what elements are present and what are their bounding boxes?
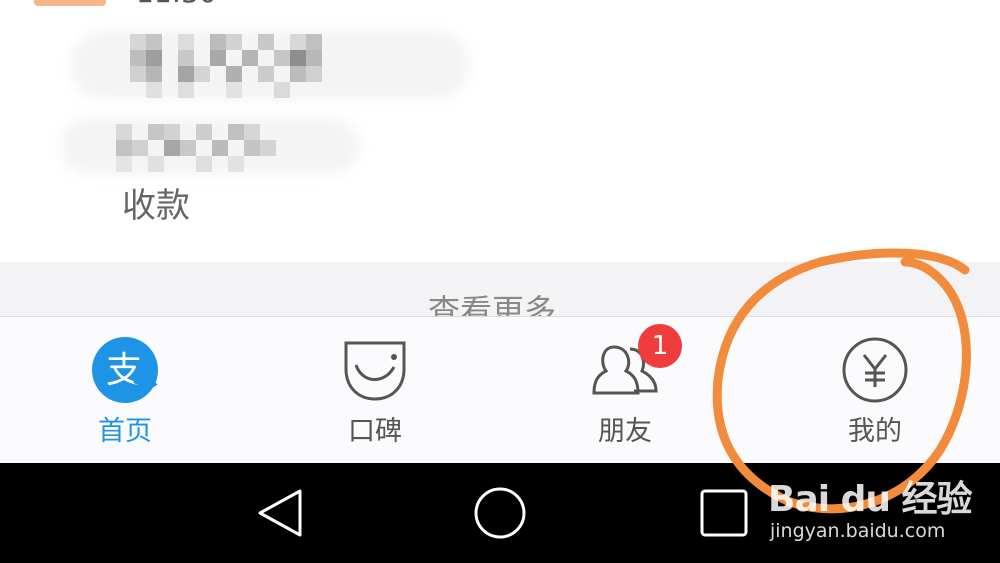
friends-badge: 1	[638, 324, 682, 368]
tab-koubei-label: 口碑	[348, 416, 402, 447]
home-circle-icon	[474, 487, 526, 539]
koubei-face-icon	[344, 341, 406, 401]
tab-friends-label: 朋友	[598, 416, 652, 447]
transaction-description: 收款	[122, 186, 190, 226]
tab-mine[interactable]: 我的	[750, 317, 1000, 464]
svg-text:支: 支	[106, 350, 142, 391]
recents-square-icon	[700, 489, 748, 537]
tab-friends[interactable]: 朋友	[500, 317, 750, 464]
system-nav-bar	[0, 463, 1000, 563]
pixelated-text-2	[116, 124, 276, 172]
tab-koubei[interactable]: 口碑	[250, 317, 500, 464]
tab-home[interactable]: 支 首页	[0, 317, 250, 464]
back-button[interactable]	[218, 463, 338, 563]
yen-circle-icon	[842, 337, 908, 403]
tab-home-label: 首页	[98, 416, 152, 447]
category-chip	[34, 0, 106, 6]
transaction-time: 11:30	[136, 0, 217, 9]
bottom-tab-bar: 支 首页 口碑 朋友 我的	[0, 316, 1000, 464]
alipay-logo-icon: 支	[92, 337, 158, 403]
transaction-list: 11:30 收款	[0, 0, 1000, 262]
home-button[interactable]	[440, 463, 560, 563]
recents-button[interactable]	[664, 463, 784, 563]
back-triangle-icon	[258, 489, 302, 537]
pixelated-text-1	[130, 34, 340, 98]
tab-mine-label: 我的	[848, 416, 902, 447]
